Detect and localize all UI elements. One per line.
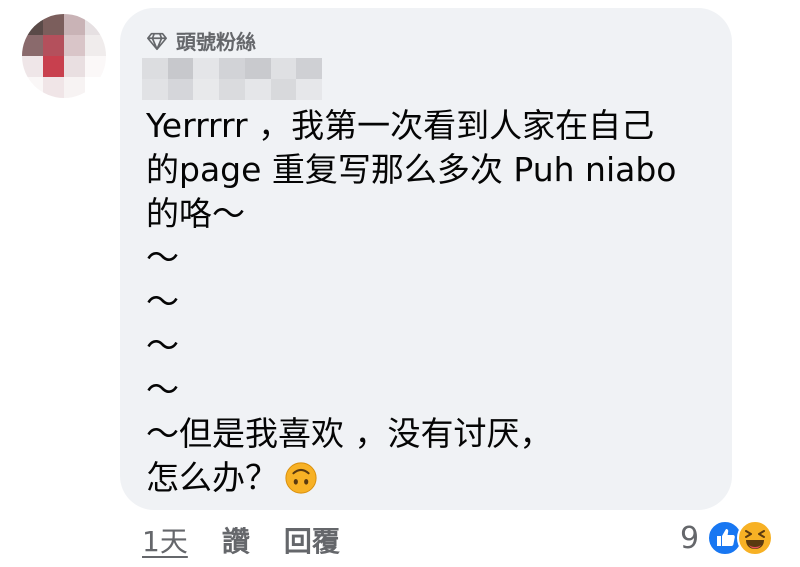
timestamp-link[interactable]: 1天: [142, 520, 188, 560]
comment-line: ～: [146, 238, 179, 277]
haha-reaction-icon: [737, 520, 774, 556]
comment-text: Yerrrrr ，我第一次看到人家在自己 的page 重复写那么多次 Puh n…: [146, 104, 676, 500]
comment-actions: 1天 讚 回覆: [142, 520, 340, 560]
avatar[interactable]: [22, 14, 106, 98]
comment-line: ～但是我喜欢 ，没有讨厌，: [146, 414, 553, 453]
like-button[interactable]: 讚: [222, 520, 250, 560]
comment-line: 的咯～: [146, 194, 245, 233]
diamond-icon: [147, 32, 167, 50]
comment-line: 的page 重复写那么多次 Puh niabo: [146, 150, 677, 189]
top-fan-badge[interactable]: 頭號粉絲: [146, 26, 256, 55]
badge-label: 頭號粉絲: [176, 30, 256, 54]
upside-down-face-icon: [285, 462, 317, 494]
comment-last-line: 怎么办？: [146, 456, 676, 500]
commenter-name[interactable]: [142, 58, 322, 100]
comment-line: Yerrrrr ，我第一次看到人家在自己: [146, 106, 655, 145]
comment-bubble: 頭號粉絲 Yerrrrr ，我第一次看到人家在自己 的page 重复写那么多次 …: [120, 8, 732, 510]
reply-button[interactable]: 回覆: [284, 520, 340, 560]
reaction-summary[interactable]: 9: [680, 520, 774, 556]
comment-line: 怎么办？: [146, 458, 278, 497]
comment-line: ～: [146, 326, 179, 365]
comment-line: ～: [146, 282, 179, 321]
comment-line: ～: [146, 370, 179, 409]
reaction-count: 9: [680, 520, 700, 556]
